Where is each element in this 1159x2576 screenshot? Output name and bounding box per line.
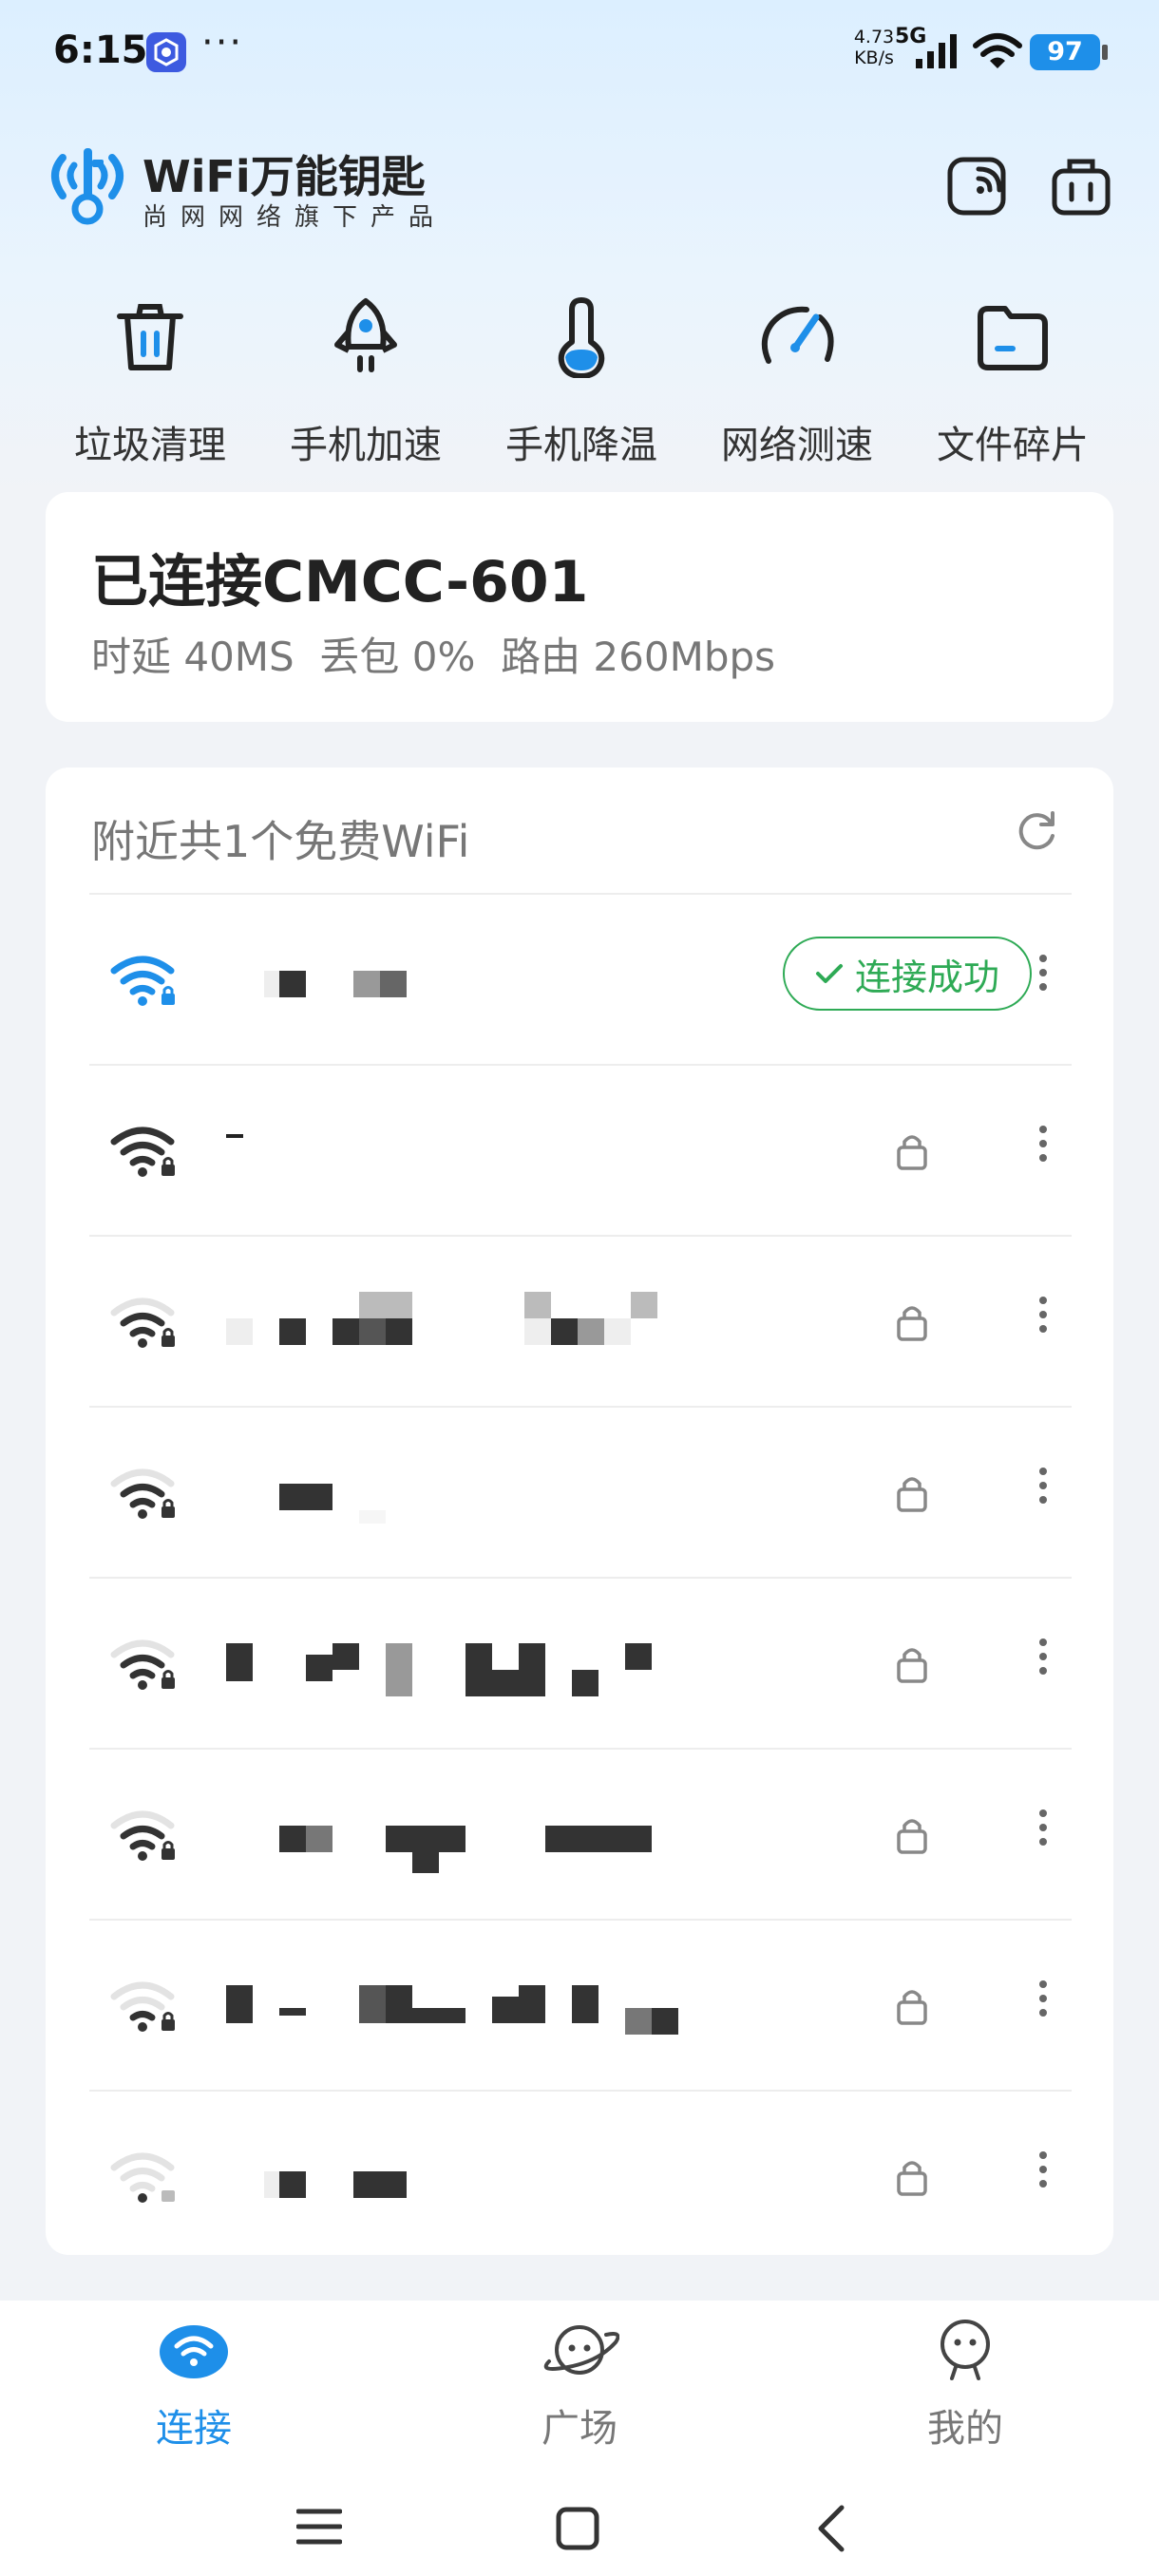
wifi-signal-icon [108, 2149, 184, 2209]
lock-icon [895, 2156, 929, 2202]
system-navigation-bar [0, 2481, 1159, 2576]
check-icon [815, 964, 843, 983]
lock-icon [895, 1472, 929, 1518]
nav-tab-me[interactable]: 我的 [851, 2310, 1079, 2453]
network-speed-value: 4.73 [853, 27, 895, 47]
refresh-icon[interactable] [1013, 807, 1060, 859]
tool-file-shred[interactable]: 文件碎片 [907, 294, 1118, 469]
nav-label: 我的 [927, 2407, 1003, 2451]
wifi-connect-icon [80, 2310, 308, 2390]
wifi-row[interactable] [89, 1235, 1072, 1408]
connected-network-title: 已连接CMCC-601 [91, 549, 589, 616]
brand-name: WiFi万能钥匙 [142, 151, 426, 202]
toolbox-button[interactable] [1051, 156, 1112, 220]
planet-face-icon [466, 2310, 694, 2390]
nearby-wifi-header: 附近共1个免费WiFi [91, 816, 470, 867]
wifi-signal-icon [108, 1294, 184, 1354]
more-notifications-icon: ··· [201, 21, 244, 65]
wifi-row[interactable] [89, 1748, 1072, 1921]
wifi-signal-icon [108, 1465, 184, 1525]
nav-tab-connect[interactable]: 连接 [80, 2310, 308, 2453]
connected-label: 连接成功 [854, 956, 999, 998]
wifi-signal-icon [108, 1807, 184, 1867]
thermometer-icon [476, 294, 687, 380]
more-options-icon[interactable] [1032, 948, 1054, 1014]
more-options-icon[interactable] [1032, 1119, 1054, 1185]
nearby-wifi-card: 附近共1个免费WiFi 连接成功 [46, 767, 1113, 2255]
lock-icon [895, 1301, 929, 1347]
tool-phone-cool[interactable]: 手机降温 [476, 294, 687, 469]
lock-icon [895, 1814, 929, 1860]
tool-junk-clean[interactable]: 垃圾清理 [45, 294, 256, 469]
status-bar: 6:15 ··· 4.73 KB/s 5G 97 [0, 0, 1159, 104]
wifi-key-logo-icon [42, 142, 133, 232]
wifi-row[interactable] [89, 1577, 1072, 1750]
tool-label: 网络测速 [721, 424, 873, 467]
wifi-row[interactable] [89, 2090, 1072, 2255]
more-options-icon[interactable] [1032, 1803, 1054, 1869]
wifi-signal-icon [108, 1636, 184, 1696]
wifi-status-icon [973, 32, 1022, 74]
more-options-icon[interactable] [1032, 2145, 1054, 2211]
wifi-row[interactable]: 连接成功 [89, 893, 1072, 1066]
bottom-navigation: 连接 广场 我的 [0, 2301, 1159, 2576]
lock-icon [895, 1985, 929, 2031]
folder-icon [907, 294, 1118, 380]
wifi-signal-icon [108, 1123, 184, 1184]
wifi-row[interactable] [89, 1064, 1072, 1237]
speedometer-icon [692, 294, 902, 380]
more-options-icon[interactable] [1032, 1290, 1054, 1356]
home-icon[interactable] [555, 2506, 600, 2555]
tool-label: 手机加速 [290, 424, 442, 467]
connection-card[interactable]: 已连接CMCC-601 时延 40MS 丢包 0% 路由 260Mbps [46, 492, 1113, 722]
menu-icon[interactable] [295, 2506, 343, 2551]
nav-label: 广场 [542, 2407, 618, 2451]
share-wifi-button[interactable] [946, 156, 1007, 220]
rocket-icon [260, 294, 471, 380]
tool-label: 文件碎片 [937, 424, 1089, 467]
back-icon[interactable] [813, 2504, 847, 2557]
tool-label: 垃圾清理 [74, 424, 226, 467]
nav-tab-plaza[interactable]: 广场 [466, 2310, 694, 2453]
battery-indicator: 97 [1030, 34, 1100, 70]
profile-face-icon [851, 2310, 1079, 2390]
signal-icon [914, 32, 960, 74]
brand-subtitle: 尚网网络旗下产品 [142, 203, 447, 232]
nav-label: 连接 [156, 2407, 232, 2451]
more-options-icon[interactable] [1032, 1461, 1054, 1527]
battery-tip [1102, 45, 1108, 60]
connected-success-badge: 连接成功 [783, 937, 1032, 1011]
wifi-signal-icon [108, 952, 184, 1013]
more-options-icon[interactable] [1032, 1974, 1054, 2040]
tool-speed-test[interactable]: 网络测速 [692, 294, 902, 469]
lock-icon [895, 1130, 929, 1176]
connection-stats: 时延 40MS 丢包 0% 路由 260Mbps [91, 634, 776, 680]
tool-label: 手机降温 [505, 424, 657, 467]
lock-icon [895, 1643, 929, 1689]
tool-phone-boost[interactable]: 手机加速 [260, 294, 471, 469]
more-options-icon[interactable] [1032, 1632, 1054, 1698]
wifi-row[interactable] [89, 1406, 1072, 1579]
wifi-signal-icon [108, 1978, 184, 2038]
app-notification-icon [146, 32, 186, 72]
wifi-row[interactable] [89, 1919, 1072, 2092]
network-speed-unit: KB/s [854, 47, 894, 68]
trash-icon [45, 294, 256, 380]
network-speed: 4.73 KB/s [846, 27, 902, 68]
status-time: 6:15 [53, 28, 148, 72]
